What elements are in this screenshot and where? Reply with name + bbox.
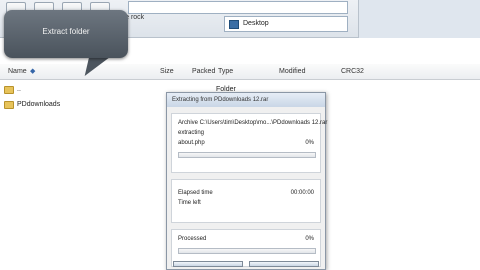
list-item[interactable]: PDdownloads xyxy=(4,101,154,111)
extract-folder-callout: Extract folder xyxy=(4,10,128,58)
file-percent: 0% xyxy=(305,140,314,146)
desktop-icon xyxy=(229,20,239,29)
file-list-header: Name ◆ Size Packed Type Modified CRC32 xyxy=(0,64,480,80)
file-name: .. xyxy=(17,86,21,93)
archive-path-field[interactable] xyxy=(128,1,348,14)
column-size[interactable]: Size xyxy=(160,68,174,75)
cancel-button[interactable] xyxy=(249,261,319,267)
dialog-title: Extracting from PDdownloads 12.rar xyxy=(167,93,325,107)
time-group: Elapsed time 00:00:00 Time left xyxy=(171,179,321,223)
callout-text: Extract folder xyxy=(42,27,90,36)
sort-icon[interactable]: ◆ xyxy=(30,68,37,75)
elapsed-value: 00:00:00 xyxy=(290,190,314,196)
folder-icon xyxy=(4,101,14,109)
column-crc32[interactable]: CRC32 xyxy=(341,68,364,75)
processed-label: Processed xyxy=(178,236,207,242)
extraction-dialog: Extracting from PDdownloads 12.rar Archi… xyxy=(166,92,327,270)
column-name[interactable]: Name xyxy=(8,68,27,75)
destination-path-box[interactable]: Desktop xyxy=(224,16,348,32)
destination-label: Desktop xyxy=(243,20,269,27)
background-button[interactable] xyxy=(173,261,243,267)
elapsed-label: Elapsed time xyxy=(178,190,213,196)
current-file-group: Archive C:\Users\tim\Desktop\mo...\PDdow… xyxy=(171,113,327,173)
processed-progress-bar xyxy=(178,248,316,254)
column-modified[interactable]: Modified xyxy=(279,68,305,75)
column-type[interactable]: Type xyxy=(218,68,233,75)
time-left-label: Time left xyxy=(178,200,201,206)
file-progress-bar xyxy=(178,152,316,158)
extract-status: extracting xyxy=(178,130,205,136)
folder-icon xyxy=(4,86,14,94)
column-packed[interactable]: Packed xyxy=(192,68,215,75)
file-name: PDdownloads xyxy=(17,101,61,108)
archive-path: Archive C:\Users\tim\Desktop\mo...\PDdow… xyxy=(178,120,328,126)
current-file: about.php xyxy=(178,140,205,146)
processed-percent: 0% xyxy=(305,236,314,242)
options-panel xyxy=(358,0,480,38)
